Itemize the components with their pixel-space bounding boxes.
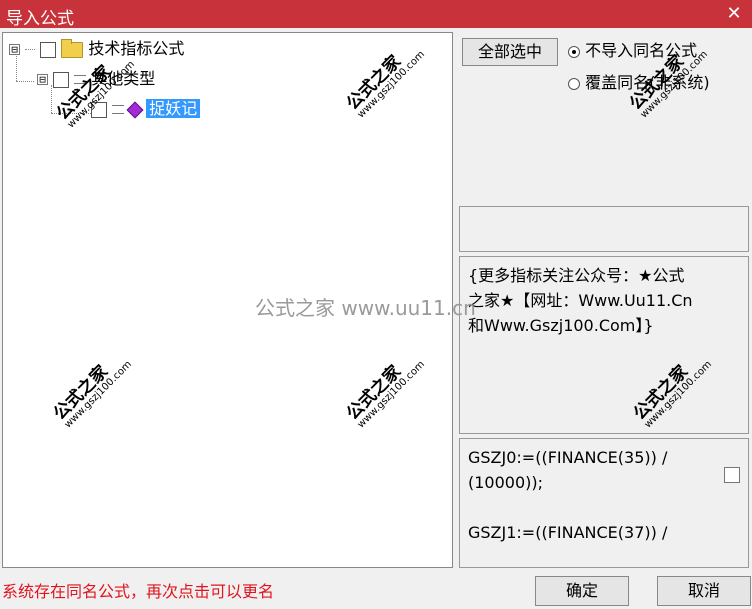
tree-line: [16, 81, 34, 82]
center-watermark: 公式之家 www.uu11.cn: [255, 296, 476, 320]
close-icon[interactable]: ✕: [720, 0, 748, 28]
description-panel[interactable]: {更多指标关注公众号：★公式 之家★【网址：Www.Uu11.Cn 和Www.G…: [459, 256, 749, 434]
list-lines-icon: [112, 105, 125, 114]
collapse-icon[interactable]: ⊟: [37, 74, 48, 85]
description-text: {更多指标关注公众号：★公式 之家★【网址：Www.Uu11.Cn 和Www.G…: [468, 266, 693, 335]
cancel-button[interactable]: 取消: [657, 576, 751, 606]
tree-item-formula[interactable]: 捉妖记: [91, 97, 201, 121]
code-text: GSZJ0:=((FINANCE(35)) / (10000)); GSZJ1:…: [468, 448, 668, 542]
empty-panel: [459, 206, 749, 252]
collapse-icon[interactable]: ⊟: [9, 44, 20, 55]
radio-unselected-icon[interactable]: [568, 77, 580, 90]
category-checkbox[interactable]: [53, 71, 70, 88]
code-panel[interactable]: GSZJ0:=((FINANCE(35)) / (10000)); GSZJ1:…: [459, 438, 749, 568]
radio-selected-icon[interactable]: [568, 45, 580, 58]
status-message: 系统存在同名公式，再次点击可以更名: [2, 582, 275, 601]
window-title: 导入公式: [6, 9, 74, 29]
code-checkbox[interactable]: [724, 467, 740, 483]
formula-gem-icon: [126, 101, 144, 118]
ok-button[interactable]: 确定: [535, 576, 629, 606]
title-bar: 导入公式 ✕: [0, 0, 752, 29]
tree-item-root[interactable]: ⊟ 技术指标公式: [9, 37, 184, 61]
tree-item-label: 技术指标公式: [88, 39, 185, 58]
select-all-button[interactable]: 全部选中: [462, 38, 558, 66]
folder-icon: [61, 38, 84, 58]
root-checkbox[interactable]: [40, 41, 57, 58]
tree-item-label: 捉妖记: [146, 99, 201, 118]
